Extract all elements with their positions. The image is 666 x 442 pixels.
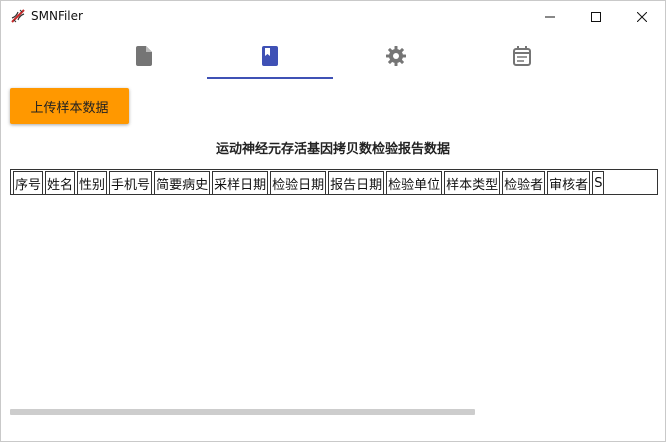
close-button[interactable] (619, 1, 665, 32)
column-header[interactable]: 检验者 (502, 171, 546, 194)
tab-book[interactable] (207, 32, 333, 80)
column-header[interactable]: 审核者 (547, 171, 591, 194)
minimize-button[interactable] (527, 1, 573, 32)
tab-settings[interactable] (333, 32, 459, 80)
report-table-grid: 序号 姓名 性别 手机号 简要病史 采样日期 检验日期 报告日期 检验单位 样本类型 检验者 审核者 S (11, 171, 606, 194)
report-title: 运动神经元存活基因拷贝数检验报告数据 (215, 142, 450, 157)
dna-icon (10, 8, 26, 24)
column-header[interactable]: 姓名 (45, 171, 76, 194)
tab-bar (1, 32, 665, 80)
maximize-button[interactable] (573, 1, 619, 32)
active-tab-indicator (207, 77, 333, 79)
window-title: SMNFiler (31, 9, 83, 23)
app-window: SMNFiler 上传样本数据 运动神经元存活基因拷贝数检验报告数据 序号 姓名… (0, 0, 666, 442)
maximize-icon (591, 11, 601, 22)
tab-calendar[interactable] (459, 32, 585, 80)
column-header[interactable]: 简要病史 (154, 171, 211, 194)
minimize-icon (545, 16, 555, 17)
column-header[interactable]: 检验日期 (270, 171, 327, 194)
column-header[interactable]: 性别 (77, 171, 108, 194)
column-header[interactable]: 检验单位 (386, 171, 443, 194)
gear-icon (386, 46, 406, 66)
horizontal-scrollbar[interactable] (10, 409, 475, 415)
title-bar[interactable]: SMNFiler (1, 1, 665, 32)
column-header[interactable]: 采样日期 (212, 171, 269, 194)
tab-document[interactable] (81, 32, 207, 80)
column-header[interactable]: 序号 (13, 171, 44, 194)
table-header-row: 序号 姓名 性别 手机号 简要病史 采样日期 检验日期 报告日期 检验单位 样本类型 检验者 审核者 S (13, 171, 605, 194)
column-header[interactable]: 手机号 (109, 171, 153, 194)
close-icon (637, 11, 647, 22)
calendar-icon (513, 46, 531, 66)
upload-sample-data-button[interactable]: 上传样本数据 (10, 88, 129, 124)
column-header[interactable]: S (592, 171, 605, 194)
document-icon (136, 46, 152, 66)
column-header[interactable]: 报告日期 (328, 171, 385, 194)
report-table[interactable]: 序号 姓名 性别 手机号 简要病史 采样日期 检验日期 报告日期 检验单位 样本类型 检验者 审核者 S (10, 169, 658, 195)
book-icon (262, 46, 278, 66)
column-header[interactable]: 样本类型 (444, 171, 501, 194)
